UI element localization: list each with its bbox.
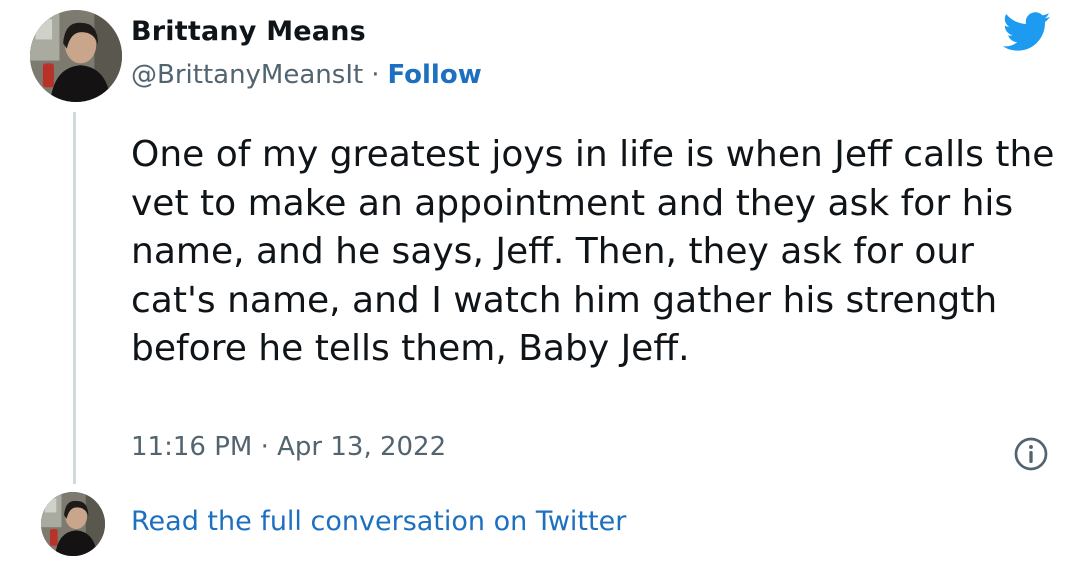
thread-line [73, 112, 76, 484]
tweet-timestamp[interactable]: 11:16 PM · Apr 13, 2022 [131, 432, 446, 462]
handle-row: @BrittanyMeansIt · Follow [131, 60, 482, 90]
separator-dot: · [260, 432, 269, 462]
follow-button[interactable]: Follow [387, 60, 481, 90]
avatar-photo [30, 10, 122, 102]
twitter-bird-icon[interactable] [1003, 12, 1051, 52]
info-icon[interactable] [1013, 436, 1049, 472]
tweet-card: Brittany Means @BrittanyMeansIt · Follow O… [0, 0, 1080, 571]
author-avatar[interactable] [30, 10, 122, 102]
author-handle[interactable]: @BrittanyMeansIt [131, 60, 363, 90]
tweet-time: 11:16 PM [131, 432, 253, 462]
tweet-date: Apr 13, 2022 [277, 432, 447, 462]
tweet-text: One of my greatest joys in life is when … [131, 134, 1055, 370]
read-conversation-link[interactable]: Read the full conversation on Twitter [131, 506, 626, 537]
separator-dot: · [371, 60, 380, 90]
reply-avatar[interactable] [41, 492, 105, 556]
avatar-photo [41, 492, 105, 556]
author-name[interactable]: Brittany Means [131, 16, 366, 47]
